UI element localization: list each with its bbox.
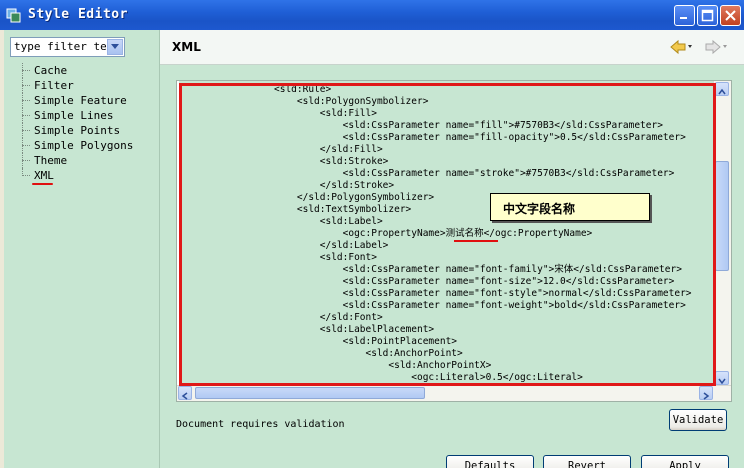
page-tree: Cache Filter Simple Feature Simple Lines… bbox=[20, 63, 133, 183]
window-title: Style Editor bbox=[28, 7, 128, 22]
scroll-right-button[interactable] bbox=[699, 386, 713, 400]
code-line: <ogc:Literal>0.5</ogc:Literal> bbox=[274, 372, 583, 383]
apply-button[interactable]: Apply bbox=[641, 455, 729, 468]
annotation-underline bbox=[454, 240, 498, 242]
style-editor-window: Style Editor type filter tex Cache Filte… bbox=[0, 0, 744, 468]
code-line: <sld:Stroke> bbox=[274, 156, 389, 167]
xml-code-area[interactable]: <sld:Rule> <sld:PolygonSymbolizer> <sld:… bbox=[179, 81, 714, 387]
code-line: <sld:CssParameter name="stroke">#7570B3<… bbox=[274, 168, 675, 179]
code-line: </sld:Stroke> bbox=[274, 180, 395, 191]
forward-arrow-icon[interactable] bbox=[705, 39, 729, 55]
code-line: <sld:CssParameter name="fill">#7570B3</s… bbox=[274, 120, 663, 131]
code-line: <sld:CssParameter name="fill-opacity">0.… bbox=[274, 132, 686, 143]
minimize-button[interactable] bbox=[674, 5, 695, 26]
code-line: <sld:Fill> bbox=[274, 108, 377, 119]
page-title: XML bbox=[172, 40, 201, 54]
tree-item-cache[interactable]: Cache bbox=[20, 63, 133, 78]
type-filter-input[interactable]: type filter tex bbox=[14, 40, 106, 53]
scroll-down-button[interactable] bbox=[715, 371, 729, 385]
close-button[interactable] bbox=[720, 5, 741, 26]
code-line: <sld:CssParameter name="font-weight">bol… bbox=[274, 300, 686, 311]
code-line: <ogc:PropertyName>测试名称</ogc:PropertyName… bbox=[274, 228, 593, 239]
code-line: <sld:LabelPlacement> bbox=[274, 324, 435, 335]
chevron-down-icon[interactable] bbox=[107, 39, 123, 55]
code-line: </sld:Font> bbox=[274, 312, 383, 323]
code-line: <sld:CssParameter name="font-style">norm… bbox=[274, 288, 692, 299]
page-header: XML bbox=[160, 30, 744, 65]
xml-selection-underline bbox=[32, 183, 53, 185]
code-line: <sld:CssParameter name="font-family">宋体<… bbox=[274, 264, 682, 275]
code-line: </sld:Label> bbox=[274, 240, 389, 251]
type-filter-combo[interactable]: type filter tex bbox=[10, 37, 125, 57]
tree-item-theme[interactable]: Theme bbox=[20, 153, 133, 168]
tree-item-simple-polygons[interactable]: Simple Polygons bbox=[20, 138, 133, 153]
style-editor-app-icon bbox=[6, 7, 22, 23]
code-line: </sld:PolygonSymbolizer> bbox=[274, 192, 435, 203]
validate-button[interactable]: Validate bbox=[669, 409, 727, 431]
callout-text: 中文字段名称 bbox=[503, 202, 576, 216]
code-line: <sld:AnchorPointX> bbox=[274, 360, 492, 371]
maximize-button[interactable] bbox=[697, 5, 718, 26]
scroll-left-button[interactable] bbox=[178, 386, 192, 400]
code-line: <sld:Label> bbox=[274, 216, 383, 227]
vertical-scroll-thumb[interactable] bbox=[715, 161, 729, 271]
code-line: <sld:AnchorPoint> bbox=[274, 348, 463, 359]
tree-item-simple-points[interactable]: Simple Points bbox=[20, 123, 133, 138]
back-arrow-icon[interactable] bbox=[670, 39, 694, 55]
code-line: <sld:TextSymbolizer> bbox=[274, 204, 412, 215]
tree-item-filter[interactable]: Filter bbox=[20, 78, 133, 93]
tree-item-simple-feature[interactable]: Simple Feature bbox=[20, 93, 133, 108]
code-line: <sld:PolygonSymbolizer> bbox=[274, 96, 429, 107]
code-line: <sld:PointPlacement> bbox=[274, 336, 458, 347]
scroll-up-button[interactable] bbox=[715, 82, 729, 96]
horizontal-scrollbar[interactable] bbox=[177, 385, 731, 401]
code-line: <sld:Rule> bbox=[274, 84, 332, 95]
horizontal-scroll-thumb[interactable] bbox=[195, 387, 425, 399]
title-bar[interactable]: Style Editor bbox=[0, 0, 744, 30]
annotation-callout: 中文字段名称 bbox=[490, 193, 650, 221]
code-line: <sld:Font> bbox=[274, 252, 377, 263]
tree-item-xml[interactable]: XML bbox=[20, 168, 133, 183]
code-line: </sld:Fill> bbox=[274, 144, 383, 155]
code-line: <sld:CssParameter name="font-size">12.0<… bbox=[274, 276, 675, 287]
revert-button[interactable]: Revert bbox=[543, 455, 631, 468]
defaults-button[interactable]: Defaults bbox=[446, 455, 534, 468]
tree-item-simple-lines[interactable]: Simple Lines bbox=[20, 108, 133, 123]
status-message: Document requires validation bbox=[176, 419, 345, 430]
vertical-scrollbar[interactable] bbox=[713, 81, 731, 387]
